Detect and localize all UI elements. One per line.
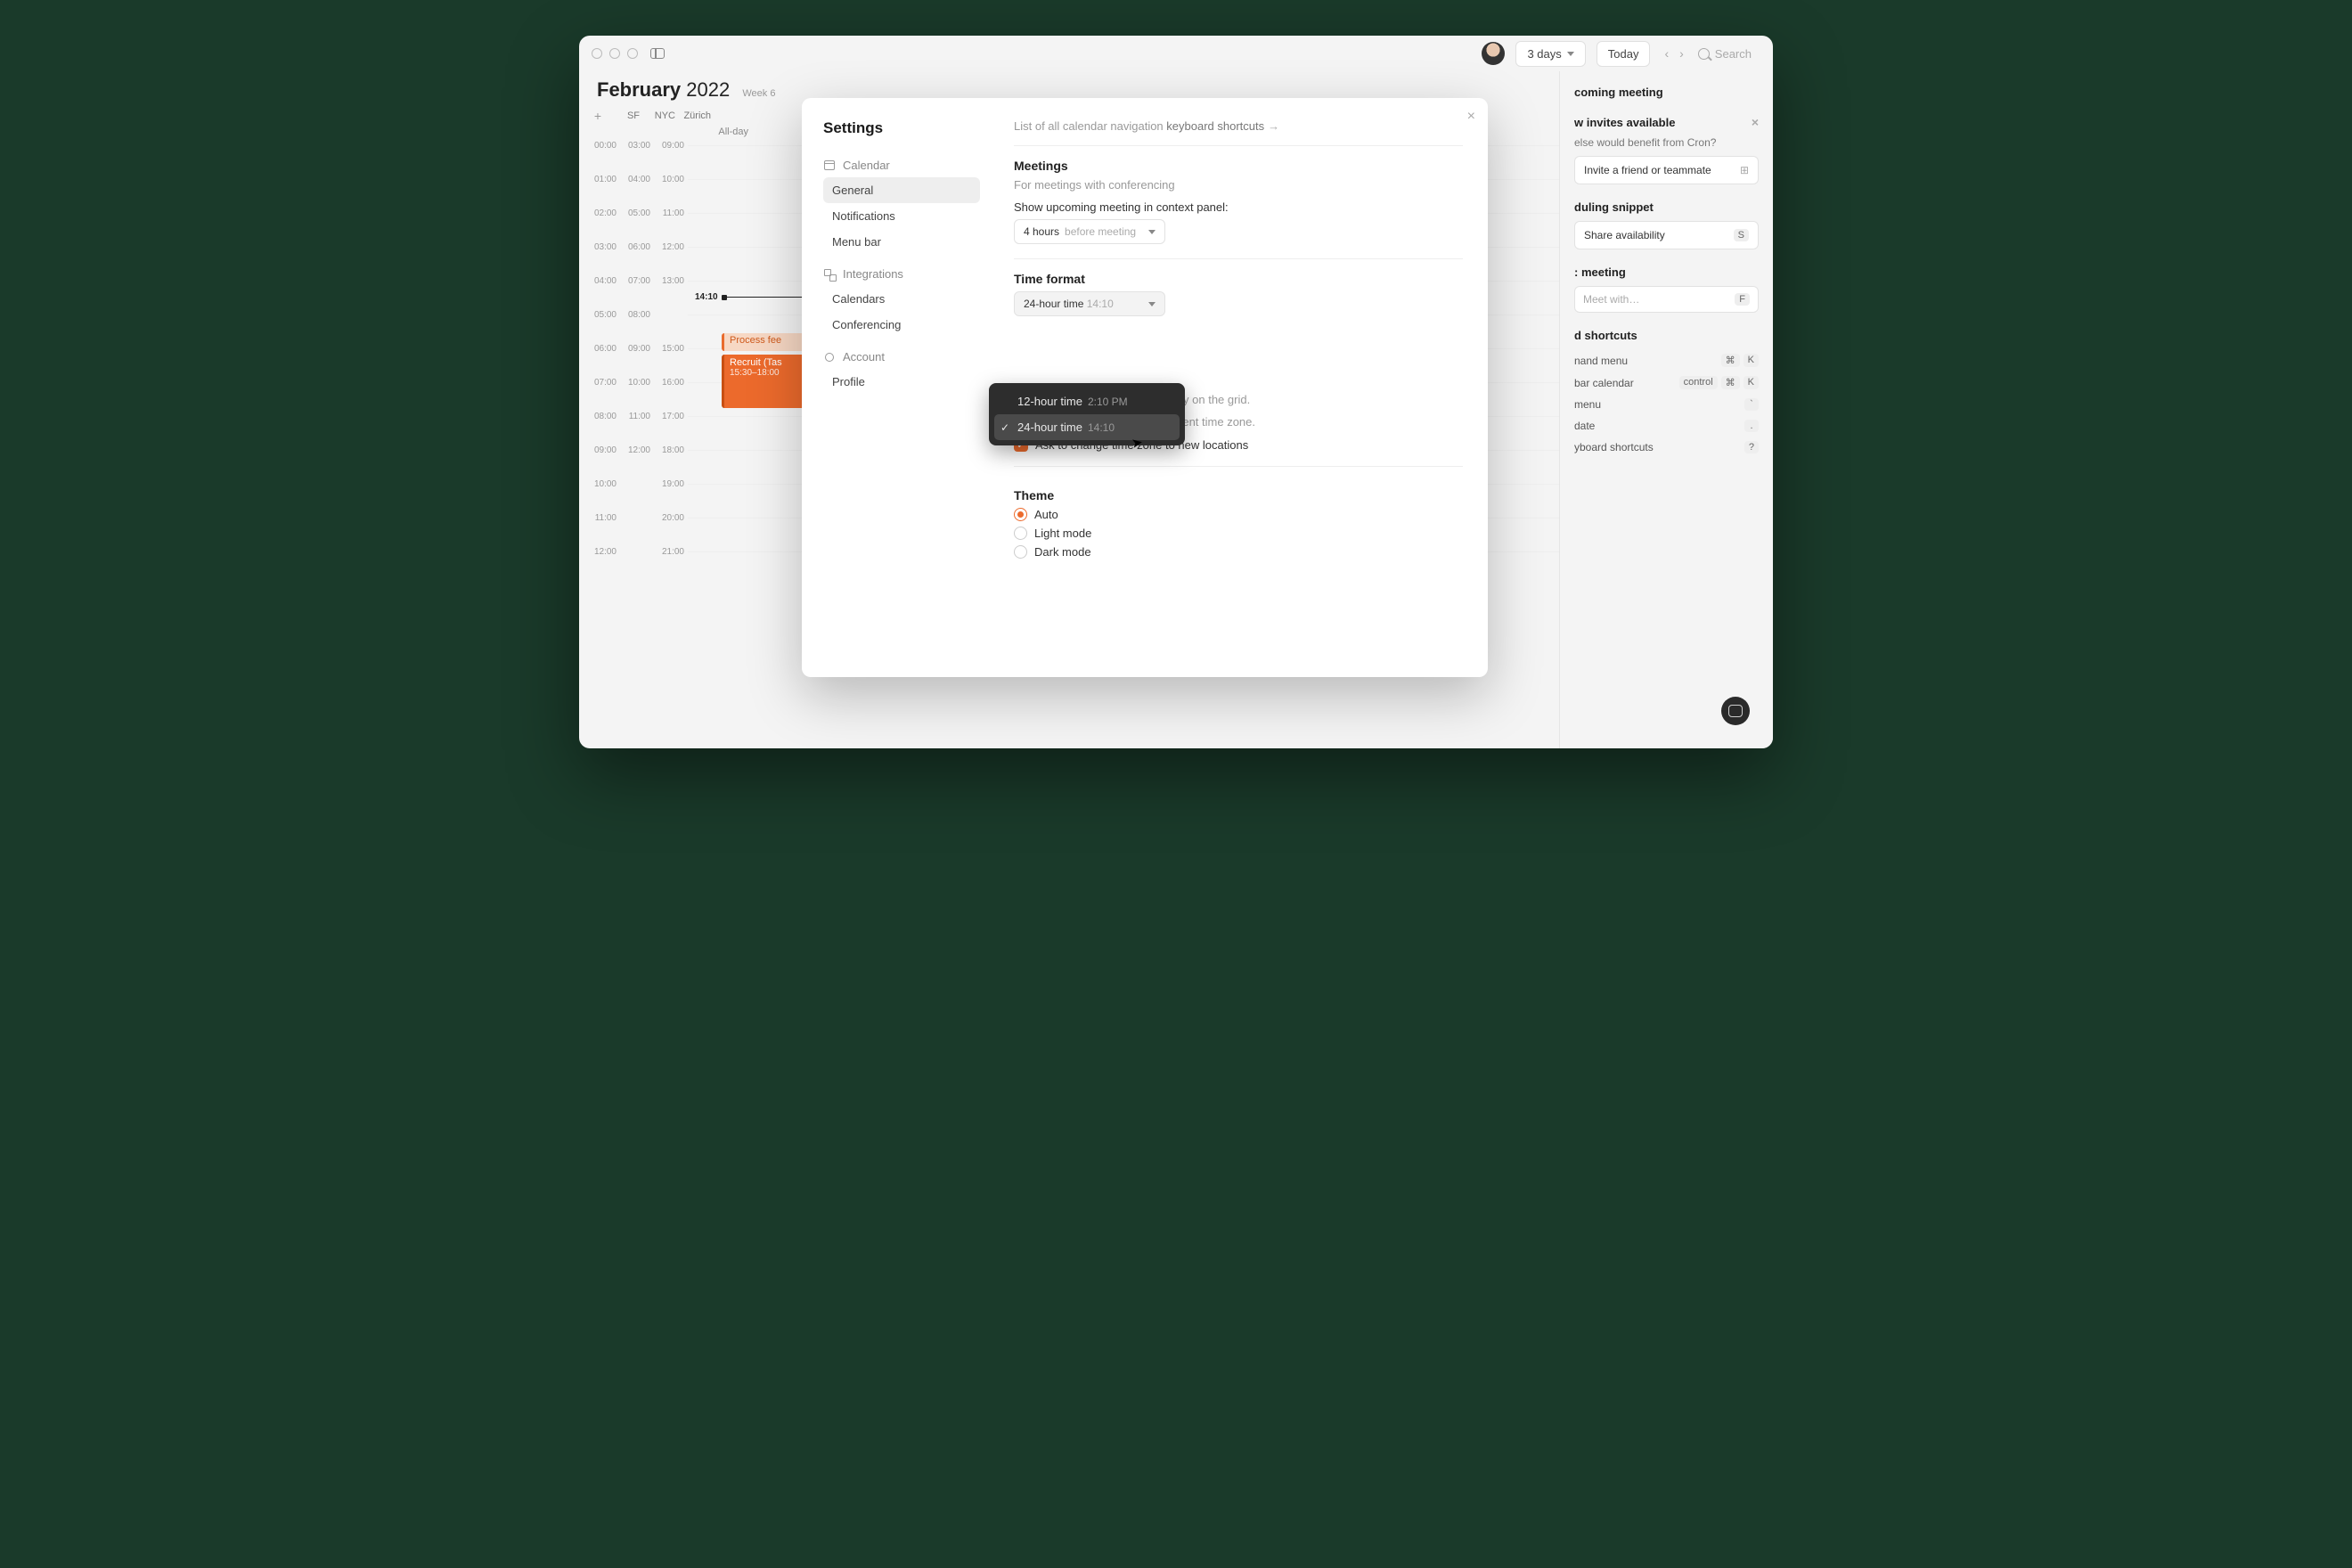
days-range-label: 3 days (1527, 47, 1561, 61)
chevron-down-icon (1148, 230, 1156, 234)
theme-section-title: Theme (1014, 488, 1463, 502)
tz-col[interactable]: SF (609, 110, 640, 121)
keyboard-shortcuts-link[interactable]: keyboard shortcuts (1166, 119, 1264, 133)
meeting-title: : meeting (1574, 265, 1759, 279)
allday-label: All-day (695, 125, 748, 141)
timeformat-dropdown: 12-hour time 2:10 PM ✓ 24-hour time 14:1… (989, 383, 1185, 445)
shortcut-row[interactable]: nand menu⌘K (1574, 349, 1759, 372)
meetings-subtitle: For meetings with conferencing (1014, 178, 1463, 192)
search-input[interactable]: Search (1698, 47, 1752, 61)
settings-title: Settings (823, 119, 980, 137)
meet-with-input[interactable]: Meet with… F (1574, 286, 1759, 313)
tz-col[interactable]: NYC (645, 110, 675, 121)
shortcut-row[interactable]: bar calendarcontrol⌘K (1574, 372, 1759, 394)
settings-item-notifications[interactable]: Notifications (823, 203, 980, 229)
shortcut-row[interactable]: yboard shortcuts? (1574, 437, 1759, 458)
invite-button[interactable]: Invite a friend or teammate ⊞ (1574, 156, 1759, 184)
sidebar-toggle-icon[interactable] (650, 48, 665, 59)
theme-option-dark[interactable]: Dark mode (1014, 545, 1463, 559)
settings-group-integrations: Integrations (823, 267, 980, 281)
settings-item-general[interactable]: General (823, 177, 980, 203)
prev-arrow[interactable]: ‹ (1661, 43, 1672, 64)
timeformat-section-title: Time format (1014, 272, 1463, 286)
chevron-down-icon (1567, 52, 1574, 56)
upcoming-meeting-title: coming meeting (1574, 86, 1759, 99)
tz-col[interactable]: Zürich (681, 110, 711, 121)
shortcuts-title: d shortcuts (1574, 329, 1759, 342)
search-icon (1698, 48, 1710, 60)
theme-option-auto[interactable]: Auto (1014, 508, 1463, 521)
next-arrow[interactable]: › (1676, 43, 1687, 64)
meetings-section-title: Meetings (1014, 159, 1463, 173)
radio-icon (1014, 527, 1027, 540)
avatar[interactable] (1482, 42, 1505, 65)
nav-arrows: ‹ › (1661, 43, 1686, 64)
add-timezone-button[interactable]: + (592, 109, 604, 123)
close-dot[interactable] (592, 48, 602, 59)
zoom-dot[interactable] (627, 48, 638, 59)
calendar-icon (824, 160, 835, 170)
dropdown-option-24h[interactable]: ✓ 24-hour time 14:10 (994, 414, 1180, 440)
today-button[interactable]: Today (1597, 41, 1651, 67)
keyboard-shortcuts-hint: List of all calendar navigation keyboard… (1014, 119, 1463, 146)
radio-icon (1014, 545, 1027, 559)
theme-option-light[interactable]: Light mode (1014, 527, 1463, 540)
check-icon: ✓ (1000, 421, 1009, 434)
timeformat-select[interactable]: 24-hour time 14:10 (1014, 291, 1165, 316)
shortcut-row[interactable]: menu` (1574, 394, 1759, 415)
upcoming-hours-select[interactable]: 4 hours before meeting (1014, 219, 1165, 244)
gift-icon: ⊞ (1740, 164, 1749, 176)
radio-selected-icon (1014, 508, 1027, 521)
integrations-icon (824, 269, 835, 280)
app-window: 3 days Today ‹ › Search February 2022 We… (579, 36, 1773, 748)
arrow-right-icon: → (1268, 119, 1279, 133)
share-availability-button[interactable]: Share availability S (1574, 221, 1759, 249)
settings-sidebar: Settings Calendar General Notifications … (802, 98, 989, 677)
minimize-dot[interactable] (609, 48, 620, 59)
shortcut-row[interactable]: date. (1574, 415, 1759, 437)
user-icon (825, 353, 834, 362)
context-panel: coming meeting w invites available × els… (1559, 71, 1773, 748)
chevron-down-icon (1148, 302, 1156, 306)
settings-group-calendar: Calendar (823, 159, 980, 172)
settings-item-profile[interactable]: Profile (823, 369, 980, 395)
close-icon[interactable]: × (1467, 109, 1475, 125)
invite-prompt: else would benefit from Cron? (1574, 136, 1759, 149)
week-label: Week 6 (742, 88, 775, 99)
show-upcoming-label: Show upcoming meeting in context panel: (1014, 200, 1463, 214)
close-icon[interactable]: × (1752, 115, 1759, 129)
days-range-select[interactable]: 3 days (1515, 41, 1585, 67)
settings-item-calendars[interactable]: Calendars (823, 286, 980, 312)
settings-group-account: Account (823, 350, 980, 363)
settings-item-menubar[interactable]: Menu bar (823, 229, 980, 255)
help-chat-button[interactable] (1721, 697, 1750, 725)
window-controls[interactable] (592, 48, 638, 59)
titlebar: 3 days Today ‹ › Search (579, 36, 1773, 71)
dropdown-option-12h[interactable]: 12-hour time 2:10 PM (994, 388, 1180, 414)
snippet-title: duling snippet (1574, 200, 1759, 214)
settings-item-conferencing[interactable]: Conferencing (823, 312, 980, 338)
invites-title: w invites available (1574, 116, 1675, 129)
